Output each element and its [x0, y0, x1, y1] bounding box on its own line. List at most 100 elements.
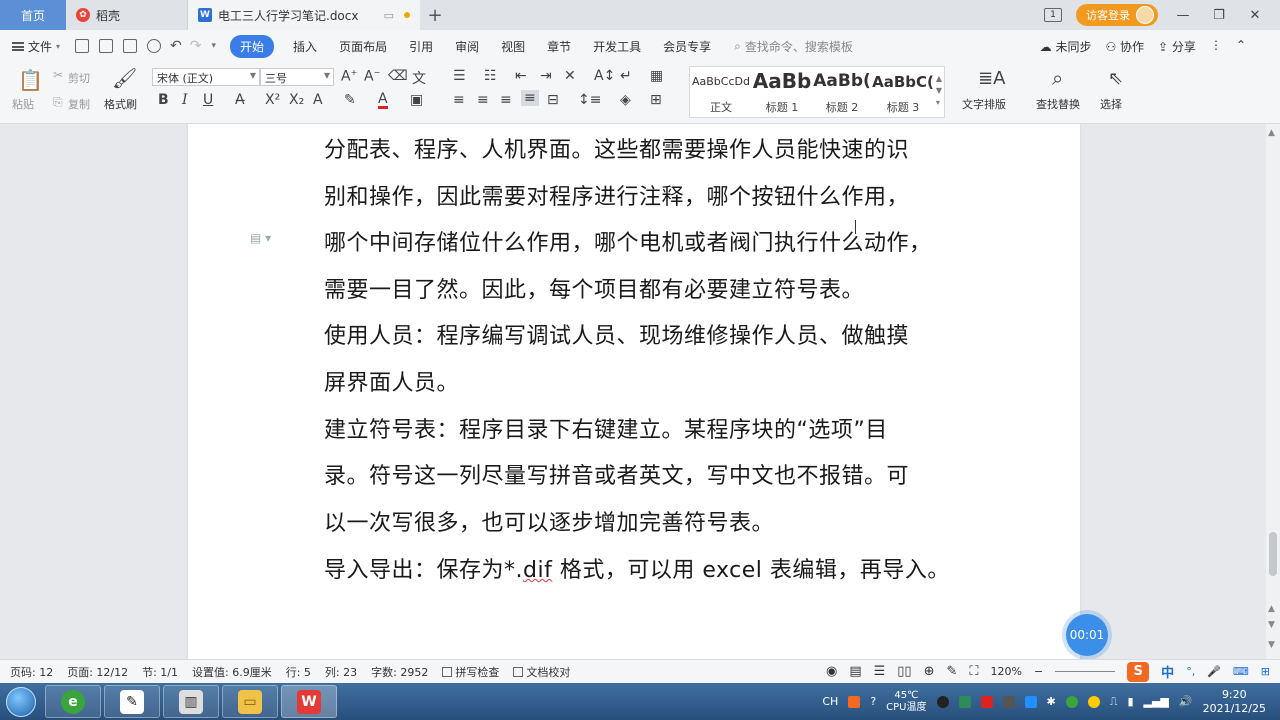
select-button[interactable]: 选择 [1100, 96, 1122, 112]
recording-timer[interactable]: 00:01 [1066, 614, 1108, 656]
shrink-font-icon[interactable]: A− [364, 68, 380, 85]
undo-icon[interactable]: ↶ [170, 38, 182, 54]
style-gallery-scroll-icon[interactable]: ▲ ▼ ▾ [936, 73, 942, 109]
align-left-icon[interactable]: ≡ [453, 92, 465, 108]
show-marks-icon[interactable]: ↵ [620, 68, 632, 84]
bluetooth-icon[interactable]: ✱ [1047, 695, 1056, 708]
subscript-icon[interactable]: X₂ [289, 92, 304, 108]
copy-button[interactable]: 复制 [68, 96, 90, 112]
scroll-down-icon[interactable]: ▼ [1268, 620, 1275, 630]
tray-app-icon[interactable] [936, 695, 949, 708]
zoom-out-icon[interactable]: − [1034, 665, 1043, 678]
web-view-icon[interactable]: ⊕ [924, 664, 935, 679]
font-size-select[interactable]: 三号 ▼ [260, 68, 334, 86]
row-number[interactable]: 行: 5 [286, 664, 311, 680]
style-heading-1[interactable]: AaBb 标题 1 [752, 67, 812, 117]
customize-quick-access-icon[interactable]: ▾ [212, 41, 217, 51]
spelling-error-word[interactable]: dif [523, 558, 552, 583]
tab-home[interactable]: 首页 [0, 0, 66, 30]
format-painter-icon[interactable]: 🖌 [112, 66, 137, 90]
word-count[interactable]: 字数: 2952 [371, 664, 428, 680]
battery-icon[interactable]: ▮ [1127, 695, 1133, 708]
microphone-icon[interactable]: 🎤 [1207, 665, 1221, 678]
print-preview-icon[interactable] [147, 39, 162, 53]
fit-page-icon[interactable]: ⛶ [969, 664, 978, 679]
scroll-up-icon[interactable]: ▲ [1268, 128, 1275, 138]
superscript-icon[interactable]: X² [265, 92, 280, 108]
paste-icon[interactable]: 📋 [18, 68, 43, 92]
page-count[interactable]: 页面: 12/12 [67, 664, 128, 680]
text-line[interactable]: 需要一目了然。因此，每个项目都有必要建立符号表。 [324, 272, 864, 304]
cpu-temperature[interactable]: 45℃ CPU温度 [886, 690, 926, 714]
reading-view-icon[interactable]: ▯▯ [897, 664, 911, 679]
distributed-align-icon[interactable]: ⊟ [547, 92, 559, 108]
file-menu[interactable]: 文件 ▾ [12, 38, 60, 55]
collaborate-button[interactable]: ⚇ 协作 [1105, 38, 1144, 55]
tray-app-icon[interactable] [1087, 695, 1100, 708]
find-replace-icon[interactable]: ⌕ [1052, 66, 1063, 90]
text-line[interactable]: 分配表、程序、人机界面。这些都需要操作人员能快速的识 [324, 132, 909, 164]
taskbar-app-explorer[interactable]: ▭ [222, 685, 278, 718]
text-line[interactable]: 使用人员：程序编写调试人员、现场维修操作人员、做触摸 [324, 318, 909, 350]
text-effect-icon[interactable]: A [313, 92, 323, 108]
guest-login-button[interactable]: 访客登录 [1076, 4, 1158, 26]
command-search[interactable]: ⌕ 查找命令、搜索模板 [734, 38, 853, 55]
tab-page-layout[interactable]: 页面布局 [328, 38, 398, 55]
scroll-page-down-icon[interactable]: ▼ [1268, 640, 1275, 650]
keyboard-icon[interactable]: ⌨ [1233, 665, 1249, 678]
window-count-icon[interactable]: 1 [1044, 8, 1062, 22]
system-clock[interactable]: 9:20 2021/12/25 [1203, 688, 1266, 716]
tab-references[interactable]: 引用 [398, 38, 444, 55]
ime-language[interactable]: 中 [1161, 662, 1174, 681]
line-spacing-icon[interactable]: ↕≡ [578, 92, 601, 108]
eye-protection-icon[interactable]: ◉ [826, 664, 837, 679]
tab-start[interactable]: 开始 [230, 34, 275, 58]
style-heading-3[interactable]: AaBbC( 标题 3 [872, 67, 934, 117]
tab-developer[interactable]: 开发工具 [582, 38, 652, 55]
text-layout-icon[interactable]: ≣A [978, 68, 1005, 89]
sync-status-button[interactable]: ☁ 未同步 [1040, 38, 1092, 55]
spellcheck-toggle[interactable]: 拼写检查 [442, 664, 499, 680]
taskbar-app-terminal[interactable]: ▥ [163, 685, 219, 718]
cut-button[interactable]: 剪切 [68, 70, 90, 86]
select-cursor-icon[interactable]: ⇖ [1108, 68, 1123, 89]
unsaved-dot-icon[interactable] [404, 12, 410, 18]
chinese-layout-icon[interactable]: ✕ [564, 68, 576, 84]
text-line[interactable]: 录。符号这一列尽量写拼音或者英文，写中文也不报错。可 [324, 458, 909, 490]
ime-punctuation-icon[interactable]: °, [1186, 665, 1195, 678]
write-mode-icon[interactable]: ✎ [946, 664, 957, 679]
more-menu-icon[interactable]: ⋮ [1210, 38, 1222, 55]
tray-app-icon[interactable] [980, 695, 993, 708]
new-tab-button[interactable]: + [420, 0, 450, 30]
tab-pin-icon[interactable]: ▭ [384, 9, 394, 22]
text-layout-button[interactable]: 文字排版 [962, 96, 1006, 112]
usb-icon[interactable]: ⎍ [1110, 695, 1118, 709]
text-line[interactable]: 导入导出：保存为*.dif 格式，可以用 excel 表编辑，再导入。 [324, 552, 950, 584]
export-pdf-icon[interactable] [99, 39, 114, 53]
sort-icon[interactable]: A↕ [594, 68, 615, 84]
outline-view-icon[interactable]: ☰ [874, 664, 886, 679]
copy-icon[interactable]: ⎘ [53, 95, 63, 110]
strikethrough-icon[interactable]: A̶ [235, 92, 245, 108]
table-border-icon[interactable]: ▦ [650, 68, 663, 84]
tab-document[interactable]: W 电工三人行学习笔记.docx ▭ [188, 0, 420, 30]
highlight-icon[interactable]: ✎ [344, 92, 356, 108]
ime-menu-icon[interactable]: ⊞ [1261, 665, 1270, 678]
zoom-level[interactable]: 120% [991, 665, 1022, 678]
tray-app-icon[interactable] [1065, 695, 1078, 708]
numbered-list-icon[interactable]: ☷ [484, 68, 497, 84]
char-border-icon[interactable]: ▣ [410, 92, 423, 108]
ime-logo-icon[interactable]: S [1127, 661, 1150, 682]
taskbar-app-wps[interactable]: W [281, 685, 337, 718]
grow-font-icon[interactable]: A+ [341, 68, 357, 85]
share-button[interactable]: ⇪ 分享 [1158, 38, 1196, 55]
section-number[interactable]: 节: 1/1 [142, 664, 178, 680]
font-name-select[interactable]: 宋体 (正文) ▼ [152, 68, 260, 86]
help-icon[interactable]: ? [870, 695, 876, 708]
text-line[interactable]: 哪个中间存储位什么作用，哪个电机或者阀门执行什么动作， [324, 225, 932, 257]
tray-app-icon[interactable] [1002, 695, 1015, 708]
paste-button[interactable]: 粘贴 [12, 96, 34, 112]
text-line[interactable]: 以一次写很多，也可以逐步增加完善符号表。 [324, 505, 774, 537]
collapse-ribbon-icon[interactable]: ⌃ [1236, 38, 1246, 55]
save-icon[interactable] [75, 39, 90, 53]
